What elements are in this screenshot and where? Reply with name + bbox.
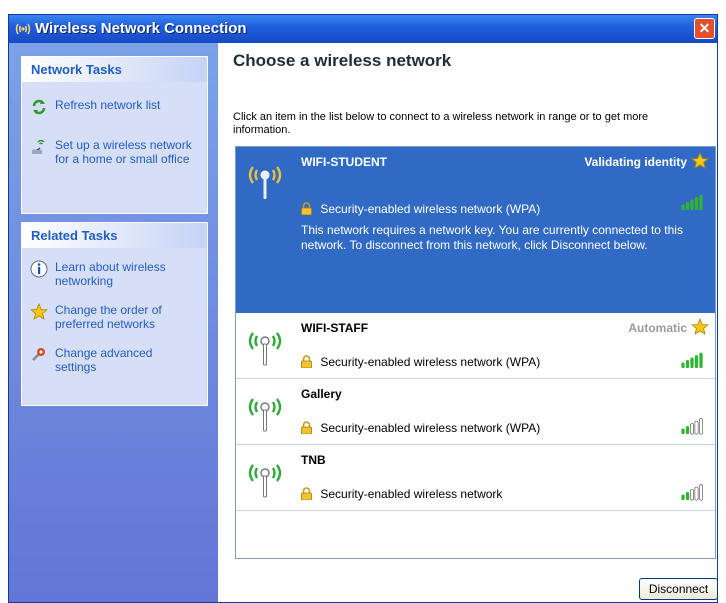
task-change-preferred-order[interactable]: Change the order of preferred networks [22, 303, 195, 331]
star-icon [30, 303, 48, 320]
network-item-tnb[interactable]: TNB Security-enabled wireless network [236, 445, 715, 511]
lock-icon [301, 202, 312, 215]
refresh-icon [32, 99, 46, 115]
task-label: Refresh network list [55, 98, 161, 112]
wireless-antenna-icon [248, 332, 282, 366]
wireless-antenna-icon [248, 464, 282, 498]
task-label: Set up a wireless network for a home or … [55, 138, 192, 166]
preferred-star-icon [691, 152, 709, 169]
instructions-text: Click an item in the list below to conne… [233, 111, 649, 136]
signal-strength-icon [681, 418, 703, 435]
related-tasks-header[interactable]: Related Tasks [22, 223, 207, 248]
signal-strength-icon [681, 194, 703, 211]
main-content: Choose a wireless network Click an item … [218, 43, 718, 602]
security-label: Security-enabled wireless network (WPA) [320, 202, 541, 216]
window-title: Wireless Network Connection [35, 20, 247, 37]
security-label: Security-enabled wireless network [320, 487, 503, 501]
preferred-star-icon [691, 318, 709, 335]
network-name: TNB [301, 453, 326, 467]
close-button[interactable]: ✕ [694, 18, 715, 39]
wireless-antenna-icon [248, 398, 282, 432]
signal-strength-icon [681, 484, 703, 501]
disconnect-button[interactable]: Disconnect [639, 578, 718, 600]
setup-wizard-icon [32, 139, 45, 154]
lock-icon [301, 421, 312, 434]
security-label: Security-enabled wireless network (WPA) [320, 421, 541, 435]
task-label: Change the order of preferred networks [55, 303, 162, 331]
network-security: Security-enabled wireless network (WPA) [301, 421, 540, 435]
network-security: Security-enabled wireless network [301, 487, 502, 501]
network-status: Validating identity [584, 155, 687, 169]
task-learn-wireless[interactable]: Learn about wireless networking [22, 260, 195, 288]
network-item-wifi-staff[interactable]: WIFI-STAFF Automatic Security-enabled wi… [236, 313, 715, 379]
lock-icon [301, 487, 312, 500]
network-item-wifi-student[interactable]: WIFI-STUDENT Validating identity Securit… [236, 147, 715, 313]
network-name: Gallery [301, 387, 342, 401]
title-bar[interactable]: Wireless Network Connection ✕ [9, 15, 717, 43]
network-tasks-box: Network Tasks Refresh network list Set u… [21, 56, 208, 214]
page-title: Choose a wireless network [233, 51, 452, 70]
task-refresh-network-list[interactable]: Refresh network list [22, 98, 207, 115]
signal-strength-icon [681, 352, 703, 369]
lock-icon [301, 355, 312, 368]
network-description: This network requires a network key. You… [301, 223, 683, 252]
network-name: WIFI-STUDENT [301, 155, 387, 169]
wireless-icon [15, 23, 31, 35]
network-security: Security-enabled wireless network (WPA) [301, 202, 540, 216]
task-label: Learn about wireless networking [55, 260, 166, 288]
wireless-network-window: Wireless Network Connection ✕ Network Ta… [8, 14, 718, 603]
settings-icon [32, 348, 45, 361]
network-item-gallery[interactable]: Gallery Security-enabled wireless networ… [236, 379, 715, 445]
security-label: Security-enabled wireless network (WPA) [320, 355, 541, 369]
task-pane: Network Tasks Refresh network list Set u… [9, 43, 218, 602]
network-name: WIFI-STAFF [301, 321, 369, 335]
network-status: Automatic [628, 321, 687, 335]
related-tasks-box: Related Tasks Learn about wireless netwo… [21, 222, 208, 406]
info-icon [30, 260, 48, 278]
task-change-advanced-settings[interactable]: Change advanced settings [22, 346, 195, 374]
task-label: Change advanced settings [55, 346, 153, 374]
task-setup-wireless-network[interactable]: Set up a wireless network for a home or … [22, 138, 195, 166]
network-list[interactable]: WIFI-STUDENT Validating identity Securit… [235, 146, 716, 559]
wireless-antenna-icon [248, 166, 282, 199]
network-tasks-header[interactable]: Network Tasks [22, 57, 207, 82]
network-security: Security-enabled wireless network (WPA) [301, 355, 540, 369]
